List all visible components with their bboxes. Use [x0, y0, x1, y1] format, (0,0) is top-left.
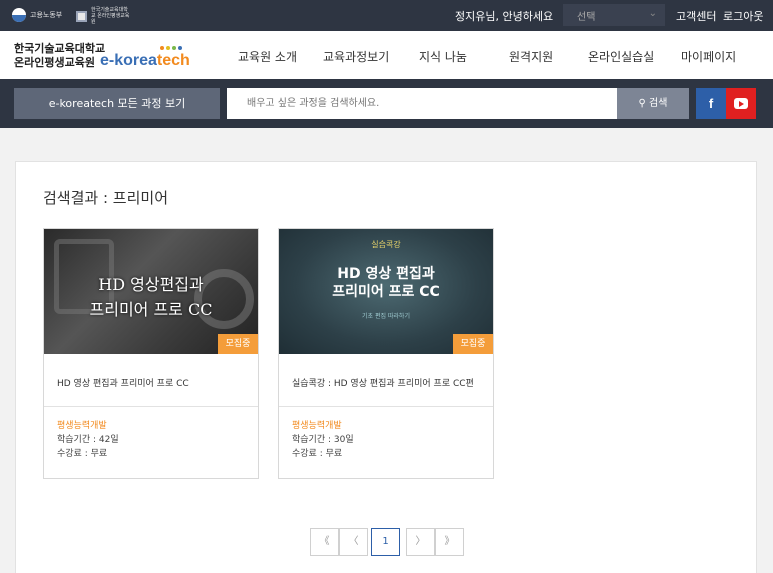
- chevron-down-icon: ⌄: [648, 8, 657, 19]
- moel-emblem-icon: [12, 8, 26, 22]
- brand-line1: 한국기술교육대학교: [14, 42, 106, 55]
- course-card[interactable]: 실습콕강 HD 영상 편집과 프리미어 프로 CC 기초 편집 따라하기 모집중…: [278, 228, 494, 479]
- thumbnail-subtitle: 기초 편집 따라하기: [362, 313, 410, 320]
- nav-remote-support[interactable]: 원격지원: [509, 48, 553, 65]
- nav-mypage[interactable]: 마이페이지: [681, 48, 736, 65]
- brand-dots-icon: [160, 46, 182, 50]
- course-fee: 수강료 : 무료: [57, 449, 108, 459]
- course-title[interactable]: 실습콕강 : HD 영상 편집과 프리미어 프로 CC편: [279, 354, 493, 407]
- user-greeting: 정지유님, 안녕하세요: [455, 10, 554, 23]
- nav-about[interactable]: 교육원 소개: [238, 48, 297, 65]
- next-page-button[interactable]: 〉: [406, 528, 435, 556]
- course-period: 학습기간 : 30일: [292, 435, 354, 445]
- search-input[interactable]: [227, 88, 617, 119]
- search-button-label: 검색: [649, 98, 668, 109]
- nav-knowledge[interactable]: 지식 나눔: [419, 48, 467, 65]
- moel-logo-text: 고용노동부: [30, 11, 63, 19]
- search-bar: e-koreatech 모든 과정 보기 ⚲ 검색 f: [0, 79, 773, 128]
- site-select[interactable]: 선택 ⌄: [563, 4, 665, 26]
- koreatech-logo-text: 한국기술교육대학교 온라인평생교육원: [91, 7, 130, 25]
- thumbnail-title-line2: 프리미어 프로 CC: [89, 300, 213, 319]
- main-header: 한국기술교육대학교 온라인평생교육원 e-koreatech 교육원 소개 교육…: [0, 31, 773, 79]
- course-fee: 수강료 : 무료: [292, 449, 343, 459]
- thumbnail-title-line1: HD 영상 편집과: [337, 266, 435, 282]
- course-thumbnail[interactable]: 실습콕강 HD 영상 편집과 프리미어 프로 CC 기초 편집 따라하기 모집중: [279, 229, 493, 354]
- course-meta: 평생능력개발 학습기간 : 30일 수강료 : 무료: [279, 407, 493, 461]
- brand-en-part2: tech: [156, 52, 190, 69]
- course-period: 학습기간 : 42일: [57, 435, 119, 445]
- course-category: 평생능력개발: [292, 421, 342, 431]
- brand-korean[interactable]: 한국기술교육대학교 온라인평생교육원: [14, 42, 105, 70]
- first-page-button[interactable]: 《: [310, 528, 339, 556]
- youtube-icon[interactable]: [726, 88, 756, 119]
- course-meta: 평생능력개발 학습기간 : 42일 수강료 : 무료: [44, 407, 258, 461]
- brand-english-logo[interactable]: e-koreatech: [100, 52, 190, 70]
- search-icon: ⚲: [638, 98, 646, 109]
- koreatech-logo[interactable]: 한국기술교육대학교 온라인평생교육원: [76, 7, 131, 25]
- prev-page-button[interactable]: 〈: [339, 528, 368, 556]
- search-results-panel: 검색결과 : 프리미어 HD 영상편집과 프리미어 프로 CC 모집중 HD 영…: [15, 161, 757, 573]
- course-thumbnail[interactable]: HD 영상편집과 프리미어 프로 CC 모집중: [44, 229, 258, 354]
- course-title[interactable]: HD 영상 편집과 프리미어 프로 CC: [44, 354, 258, 407]
- thumbnail-title-line1: HD 영상편집과: [98, 275, 204, 294]
- nav-online-lab[interactable]: 온라인실습실: [588, 48, 654, 65]
- thumbnail-title-line2: 프리미어 프로 CC: [332, 284, 440, 300]
- thumbnail-tag: 실습콕강: [371, 240, 401, 249]
- moel-logo[interactable]: 고용노동부: [12, 8, 62, 22]
- facebook-icon[interactable]: f: [696, 88, 726, 119]
- brand-en-part1: e-korea: [100, 52, 157, 69]
- nav-courses[interactable]: 교육과정보기: [323, 48, 389, 65]
- site-select-value: 선택: [577, 12, 596, 23]
- brand-line2: 온라인평생교육원: [14, 56, 95, 69]
- last-page-button[interactable]: 》: [435, 528, 464, 556]
- search-button[interactable]: ⚲ 검색: [617, 88, 689, 119]
- koreatech-emblem-icon: [76, 10, 87, 22]
- page-1-button[interactable]: 1: [371, 528, 400, 556]
- course-category: 평생능력개발: [57, 421, 107, 431]
- all-courses-button[interactable]: e-koreatech 모든 과정 보기: [14, 88, 220, 119]
- course-card[interactable]: HD 영상편집과 프리미어 프로 CC 모집중 HD 영상 편집과 프리미어 프…: [43, 228, 259, 479]
- logout-link[interactable]: 로그아웃: [723, 8, 763, 24]
- recruiting-badge: 모집중: [453, 334, 493, 354]
- customer-center-link[interactable]: 고객센터: [676, 8, 716, 24]
- top-utility-bar: 고용노동부 한국기술교육대학교 온라인평생교육원 정지유님, 안녕하세요 선택 …: [0, 0, 773, 31]
- recruiting-badge: 모집중: [218, 334, 258, 354]
- search-result-title: 검색결과 : 프리미어: [43, 189, 168, 207]
